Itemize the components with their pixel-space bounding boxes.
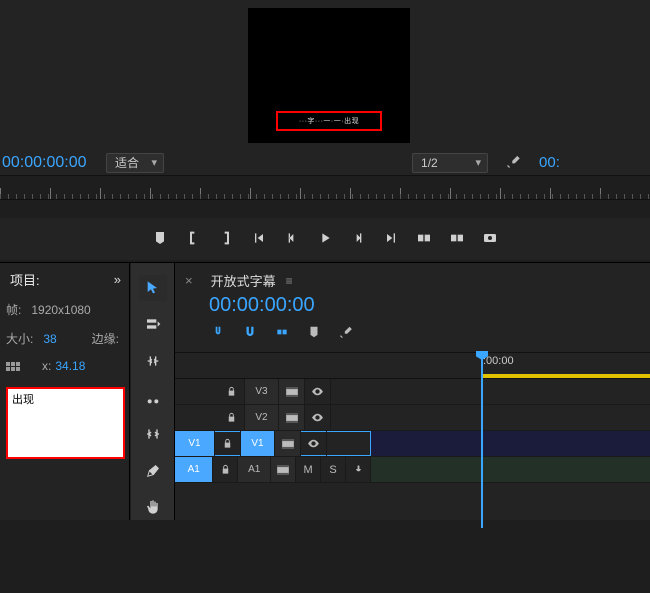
video-preview[interactable]: ···字···一·一·出现	[248, 8, 410, 143]
overwrite-icon[interactable]	[447, 230, 467, 249]
visibility-toggle[interactable]	[305, 405, 331, 430]
scale-select[interactable]: 1/2	[412, 153, 488, 173]
playhead[interactable]	[481, 353, 483, 528]
add-marker-icon[interactable]	[307, 325, 321, 342]
track-row-a1: A1 A1 M S	[175, 457, 650, 483]
bin-item-name: 出现	[12, 394, 34, 406]
track-target-icon[interactable]	[271, 457, 296, 482]
linked-selection-icon[interactable]	[275, 325, 289, 342]
voice-record-icon[interactable]	[346, 457, 371, 482]
track-row-v1: V1 V1 fx 开放式字幕 怎么让字幕一个一个出现	[175, 431, 650, 457]
lock-toggle[interactable]	[219, 379, 245, 404]
monitor-time-ruler[interactable]	[0, 180, 650, 200]
tracks-area: V3 V2 V1 V1	[175, 378, 650, 483]
in-bracket-icon[interactable]	[183, 230, 203, 249]
track-row-v3: V3	[175, 379, 650, 405]
panel-menu-icon[interactable]: »	[114, 272, 121, 287]
track-label-a1[interactable]: A1	[238, 457, 271, 482]
close-sequence-icon[interactable]: ×	[185, 273, 193, 288]
timecode-display[interactable]: 00:00:00:00	[0, 154, 106, 172]
hand-tool[interactable]	[139, 494, 167, 520]
track-content-a1[interactable]	[371, 457, 650, 482]
monitor-controls: 00:00:00:00 适合 1/2 00:	[0, 150, 650, 176]
visibility-toggle[interactable]	[301, 431, 327, 456]
out-bracket-icon[interactable]	[216, 230, 236, 249]
out-timecode[interactable]: 00:	[539, 154, 560, 171]
razor-tool[interactable]	[139, 385, 167, 411]
track-content-v1[interactable]: fx 开放式字幕 怎么让字幕一个一个出现	[371, 431, 650, 456]
step-back-icon[interactable]	[282, 230, 302, 249]
lock-toggle[interactable]	[213, 457, 238, 482]
edge-label: 边缘:	[92, 330, 119, 347]
magnet-icon[interactable]	[243, 325, 257, 342]
work-area-bar[interactable]	[483, 374, 650, 378]
export-frame-icon[interactable]	[480, 230, 500, 249]
lock-toggle[interactable]	[219, 405, 245, 430]
track-content-v3[interactable]	[371, 379, 650, 404]
track-row-v2: V2	[175, 405, 650, 431]
play-icon[interactable]	[315, 230, 335, 249]
timeline-panel: × 开放式字幕 ≡ 00:00:00:00 :00:00 V3	[175, 263, 650, 520]
size-value[interactable]: 38	[43, 332, 56, 346]
timeline-timecode[interactable]: 00:00:00:00	[175, 294, 650, 317]
track-target-icon[interactable]	[275, 431, 301, 456]
visibility-toggle[interactable]	[305, 379, 331, 404]
track-label-v1[interactable]: V1	[241, 431, 275, 456]
x-label: x:	[42, 359, 51, 373]
transport-bar	[0, 218, 650, 260]
insert-icon[interactable]	[414, 230, 434, 249]
size-label: 大小:	[6, 330, 33, 347]
project-panel: 项目: » 帧: 1920x1080 大小: 38 边缘: x: 34.18 出…	[0, 263, 130, 520]
track-select-tool[interactable]	[139, 312, 167, 338]
project-metadata: 帧: 1920x1080 大小: 38 边缘: x: 34.18 出现	[0, 295, 129, 459]
fit-select[interactable]: 适合	[106, 153, 164, 173]
subtitle-highlight-box: ···字···一·一·出现	[276, 111, 382, 131]
project-tab-label[interactable]: 项目:	[10, 270, 40, 289]
tool-palette	[131, 263, 175, 520]
slip-tool[interactable]	[139, 421, 167, 447]
source-patch-a1[interactable]: A1	[175, 457, 213, 482]
mute-toggle[interactable]: M	[296, 457, 321, 482]
sequence-menu-icon[interactable]: ≡	[286, 274, 293, 288]
timeline-toolbar	[175, 317, 650, 352]
track-target-icon[interactable]	[279, 379, 305, 404]
bin-item-thumbnail[interactable]: 出现	[6, 387, 125, 459]
go-to-out-icon[interactable]	[381, 230, 401, 249]
step-forward-icon[interactable]	[348, 230, 368, 249]
x-value[interactable]: 34.18	[55, 359, 85, 373]
lock-toggle[interactable]	[215, 431, 241, 456]
snap-icon[interactable]	[211, 325, 225, 342]
timeline-ruler[interactable]: :00:00	[175, 352, 650, 378]
track-label-v2[interactable]: V2	[245, 405, 279, 430]
marker-icon[interactable]	[150, 230, 170, 249]
sequence-name[interactable]: 开放式字幕	[211, 271, 276, 290]
program-monitor: ···字···一·一·出现	[0, 0, 650, 150]
pen-tool[interactable]	[139, 458, 167, 484]
solo-toggle[interactable]: S	[321, 457, 346, 482]
timeline-settings-icon[interactable]	[339, 325, 353, 342]
frame-size-label: 帧:	[6, 301, 21, 318]
track-content-v2[interactable]	[371, 405, 650, 430]
go-to-in-icon[interactable]	[249, 230, 269, 249]
ruler-label: :00:00	[483, 355, 514, 367]
ripple-edit-tool[interactable]	[139, 348, 167, 374]
track-label-v3[interactable]: V3	[245, 379, 279, 404]
subtitle-text: ···字···一·一·出现	[299, 116, 359, 126]
thumbnail-grid-icon[interactable]	[6, 362, 20, 371]
track-target-icon[interactable]	[279, 405, 305, 430]
selection-tool[interactable]	[139, 275, 167, 301]
settings-icon[interactable]	[506, 154, 521, 172]
frame-size-value: 1920x1080	[31, 303, 90, 317]
source-patch-v1[interactable]: V1	[175, 431, 215, 456]
